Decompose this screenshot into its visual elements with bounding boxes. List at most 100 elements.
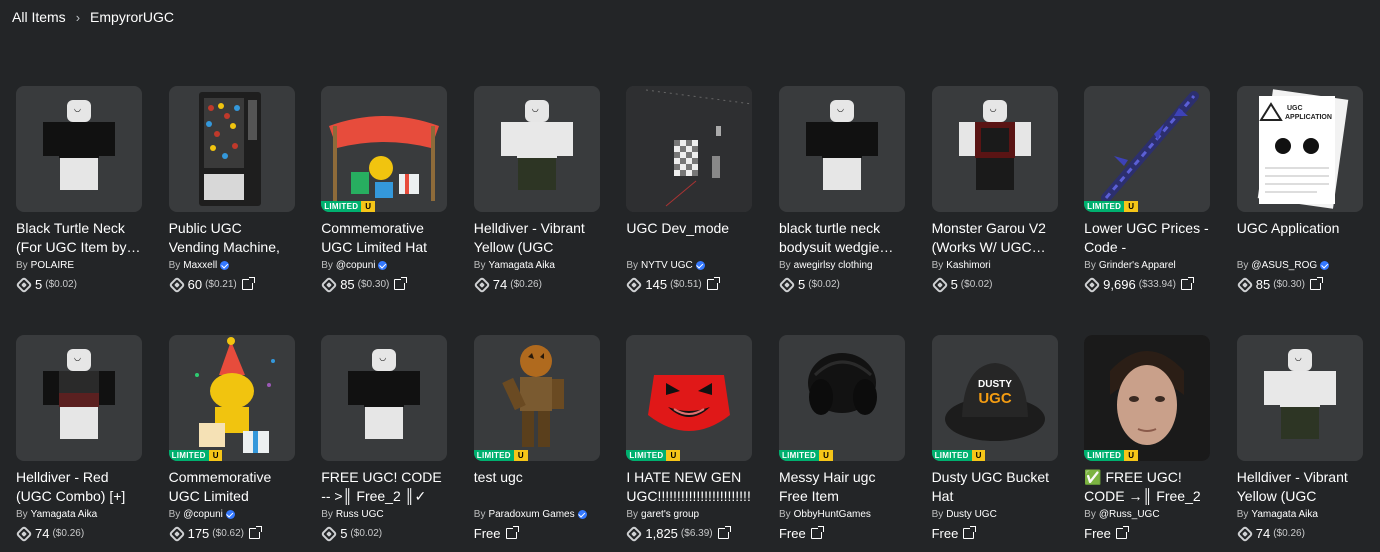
item-name[interactable]: UGC Dev_mode bbox=[626, 219, 752, 256]
item-name[interactable]: Commemorative UGC Limited Party… bbox=[169, 468, 295, 505]
item-card[interactable]: Black Turtle Neck (For UGC Item by… ByPOL… bbox=[15, 86, 142, 296]
item-price: 85 ($0.30) bbox=[1236, 276, 1363, 293]
price-value: 85 bbox=[340, 277, 355, 292]
price-usd: ($0.21) bbox=[205, 279, 237, 290]
creator-name[interactable]: Yamagata Aika bbox=[488, 260, 555, 271]
item-card[interactable]: LIMITED U Commemorative UGC Limited Hat By @… bbox=[320, 86, 448, 296]
creator-name[interactable]: @ASUS_ROG bbox=[1251, 260, 1317, 271]
item-card[interactable]: LIMITED U I HATE NEW GEN UGC!!!!!!!!!!!!!!… bbox=[625, 335, 753, 545]
item-thumbnail[interactable] bbox=[778, 86, 905, 212]
creator-name[interactable]: Kashimori bbox=[946, 260, 990, 271]
item-name[interactable]: Helldiver - Vibrant Yellow (UGC Comb… bbox=[474, 219, 600, 256]
item-card[interactable]: Monster Garou V2 (Works W/ UGC… ByKashimo… bbox=[931, 86, 1058, 296]
item-thumbnail[interactable] bbox=[321, 335, 448, 461]
price-usd: ($0.02) bbox=[350, 528, 383, 539]
external-link-icon[interactable] bbox=[810, 526, 824, 539]
item-card[interactable]: FREE UGC! CODE -- >║ Free_2 ║✓ ByRuss UGC… bbox=[320, 335, 448, 545]
item-name[interactable]: Black Turtle Neck (For UGC Item by… bbox=[16, 219, 142, 256]
item-name[interactable]: Monster Garou V2 (Works W/ UGC… bbox=[932, 219, 1058, 256]
item-name[interactable]: test ugc bbox=[474, 468, 600, 505]
breadcrumb-all-items[interactable]: All Items bbox=[12, 9, 66, 25]
item-card[interactable]: UGC APPLICATION UGC Application By @ASUS_ROG… bbox=[1236, 86, 1363, 296]
item-thumbnail[interactable] bbox=[1236, 335, 1363, 461]
creator-name[interactable]: Paradoxum Games bbox=[488, 509, 574, 520]
creator-by-label: By bbox=[16, 259, 28, 271]
item-name[interactable]: Helldiver - Red (UGC Combo) [+] bbox=[16, 468, 142, 505]
creator-name[interactable]: @copuni bbox=[336, 260, 376, 271]
item-card[interactable]: Helldiver - Red (UGC Combo) [+] ByYamagat… bbox=[15, 335, 142, 545]
creator-name[interactable]: Yamagata Aika bbox=[1251, 509, 1318, 520]
external-link-icon[interactable] bbox=[963, 526, 977, 539]
creator-name[interactable]: Dusty UGC bbox=[946, 509, 997, 520]
creator-name[interactable]: awegirlsy clothing bbox=[794, 260, 873, 271]
item-name[interactable]: FREE UGC! CODE -- >║ Free_2 ║✓ bbox=[321, 468, 447, 505]
creator-name[interactable]: ObbyHuntGames bbox=[794, 509, 871, 520]
creator-name[interactable]: Russ UGC bbox=[336, 509, 384, 520]
creator-name[interactable]: Grinder's Apparel bbox=[1099, 260, 1176, 271]
item-name[interactable]: black turtle neck bodysuit wedgie… bbox=[779, 219, 905, 256]
item-card[interactable]: Helldiver - Vibrant Yellow (UGC Comb… ByY… bbox=[1236, 335, 1363, 545]
item-card[interactable]: Helldiver - Vibrant Yellow (UGC Comb… ByY… bbox=[473, 86, 600, 296]
item-card[interactable]: LIMITEDU Commemorative UGC Limited Party…… bbox=[168, 335, 295, 545]
external-link-icon[interactable] bbox=[706, 277, 720, 290]
external-link-icon[interactable] bbox=[717, 526, 731, 539]
item-card[interactable]: black turtle neck bodysuit wedgie… Byaweg… bbox=[778, 86, 905, 296]
item-thumbnail[interactable]: LIMITED U bbox=[1084, 86, 1211, 212]
creator-name[interactable]: @Russ_UGC bbox=[1099, 509, 1160, 520]
item-thumbnail[interactable] bbox=[931, 86, 1058, 212]
item-card[interactable]: UGC Dev_mode By NYTV UGC 145 ($0.51) bbox=[625, 86, 753, 296]
external-link-icon[interactable] bbox=[241, 277, 255, 290]
item-name[interactable]: ✅ FREE UGC! CODE →║ Free_2 ║✓ bbox=[1084, 468, 1210, 505]
item-name[interactable]: Lower UGC Prices - Code - cheaperyayo bbox=[1084, 219, 1210, 256]
external-link-icon[interactable] bbox=[505, 526, 519, 539]
external-link-icon[interactable] bbox=[1115, 526, 1129, 539]
item-card[interactable]: LIMITED Utest ugc By Paradoxum Games Free bbox=[473, 335, 600, 545]
item-thumbnail[interactable] bbox=[168, 86, 295, 212]
item-name[interactable]: I HATE NEW GEN UGC!!!!!!!!!!!!!!!!!!!!!!… bbox=[626, 468, 752, 505]
item-thumbnail[interactable] bbox=[16, 335, 142, 461]
item-thumbnail[interactable] bbox=[473, 86, 600, 212]
item-thumbnail[interactable]: LIMITED U bbox=[473, 335, 600, 461]
item-card[interactable]: DUSTY UGC LIMITED U Dusty UGC Bucket Hat By Du… bbox=[931, 335, 1058, 545]
price-usd: ($0.62) bbox=[212, 528, 244, 539]
item-name[interactable]: Helldiver - Vibrant Yellow (UGC Comb… bbox=[1237, 468, 1363, 505]
item-thumbnail[interactable]: DUSTY UGC LIMITED U bbox=[931, 335, 1058, 461]
creator-name[interactable]: POLAIRE bbox=[31, 260, 74, 271]
external-link-icon[interactable] bbox=[1309, 277, 1323, 290]
creator-name[interactable]: NYTV UGC bbox=[641, 260, 693, 271]
item-name[interactable]: Dusty UGC Bucket Hat bbox=[932, 468, 1058, 505]
item-thumbnail[interactable]: UGC APPLICATION bbox=[1236, 86, 1363, 212]
item-name[interactable]: Commemorative UGC Limited Hat bbox=[321, 219, 447, 256]
external-link-icon[interactable] bbox=[248, 526, 262, 539]
pumpkin-avatar-image bbox=[502, 345, 564, 447]
price-value: Free bbox=[778, 526, 806, 541]
creator-name[interactable]: @copuni bbox=[183, 509, 223, 520]
item-card[interactable]: LIMITED U Messy Hair ugc Free Item By ObbyHu… bbox=[778, 335, 905, 545]
creator-name[interactable]: garet's group bbox=[641, 509, 699, 520]
external-link-icon[interactable] bbox=[1180, 277, 1194, 290]
item-thumbnail[interactable]: LIMITED U bbox=[1084, 335, 1211, 461]
item-thumbnail[interactable]: LIMITED U bbox=[778, 335, 905, 461]
item-thumbnail[interactable] bbox=[16, 86, 142, 212]
item-thumbnail[interactable]: LIMITED U bbox=[321, 86, 448, 212]
price-value: Free bbox=[931, 526, 959, 541]
item-name[interactable]: UGC Application bbox=[1237, 219, 1363, 256]
item-name[interactable]: Public UGC Vending Machine, "The… bbox=[169, 219, 295, 256]
svg-text:APPLICATION: APPLICATION bbox=[1285, 114, 1332, 121]
item-card[interactable]: LIMITEDU ✅ FREE UGC! CODE →║ Free_2 ║✓ By@… bbox=[1084, 335, 1211, 545]
red-mask-image bbox=[648, 375, 731, 431]
item-card[interactable]: Public UGC Vending Machine, "The… ByMaxxe… bbox=[168, 86, 295, 296]
item-name[interactable]: Messy Hair ugc Free Item bbox=[779, 468, 905, 505]
creator-name[interactable]: Maxxell bbox=[183, 260, 217, 271]
item-price: 74 ($0.26) bbox=[15, 525, 142, 542]
item-thumbnail[interactable]: LIMITED U bbox=[626, 335, 753, 461]
avatar-thumbnail bbox=[346, 349, 422, 441]
messy-hair-image bbox=[807, 353, 877, 415]
item-thumbnail[interactable]: LIMITED U bbox=[168, 335, 295, 461]
item-thumbnail[interactable] bbox=[626, 86, 753, 212]
creator-by-label: By bbox=[321, 259, 333, 271]
creator-name[interactable]: Yamagata Aika bbox=[31, 509, 98, 520]
item-card[interactable]: LIMITEDU Lower UGC Prices - Code - cheape… bbox=[1083, 86, 1211, 296]
external-link-icon[interactable] bbox=[394, 277, 408, 290]
limited-badge: LIMITED U bbox=[1084, 450, 1139, 461]
